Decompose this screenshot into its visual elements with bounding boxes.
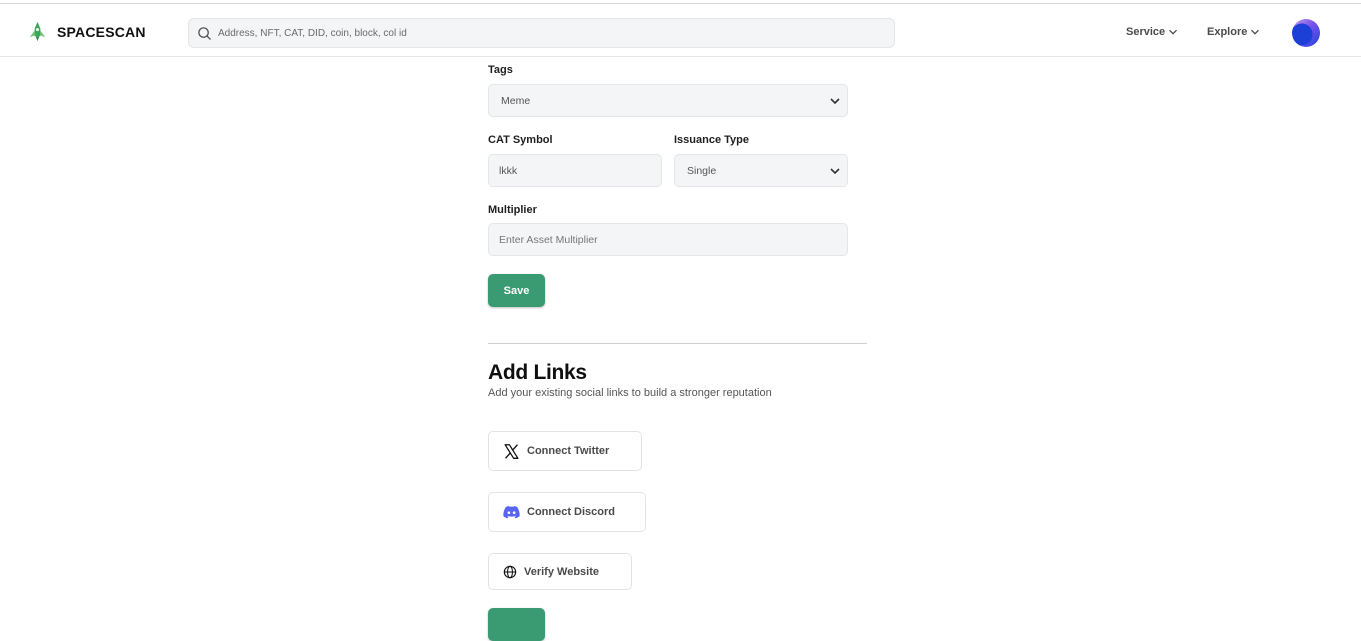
- connect-discord-label: Connect Discord: [527, 506, 616, 518]
- nav-service-menu[interactable]: Service: [1126, 26, 1178, 38]
- nav-explore-label: Explore: [1207, 26, 1248, 38]
- chevron-down-icon: [830, 167, 840, 174]
- verify-website-label: Verify Website: [524, 565, 599, 578]
- chevron-down-icon: [1251, 29, 1260, 35]
- tags-select-value: Meme: [501, 94, 531, 107]
- top-navbar: SPACESCAN Service Explore: [0, 4, 1361, 57]
- rocket-logo-icon: [29, 21, 46, 42]
- verify-website-button[interactable]: Verify Website: [488, 553, 632, 590]
- chevron-down-icon: [1169, 29, 1178, 35]
- cat-symbol-value: lkkk: [499, 164, 518, 177]
- links-save-button[interactable]: [488, 608, 545, 641]
- connect-twitter-button[interactable]: Connect Twitter: [488, 431, 642, 471]
- save-button[interactable]: Save: [488, 274, 545, 307]
- nav-explore-menu[interactable]: Explore: [1207, 26, 1260, 38]
- search-input[interactable]: [218, 27, 878, 39]
- cat-symbol-input[interactable]: lkkk: [488, 154, 662, 187]
- x-twitter-icon: [504, 443, 519, 459]
- multiplier-input[interactable]: Enter Asset Multiplier: [488, 223, 848, 256]
- connect-discord-button[interactable]: Connect Discord: [488, 492, 646, 532]
- section-divider: [488, 343, 867, 344]
- connect-twitter-label: Connect Twitter: [527, 445, 610, 457]
- add-links-title: Add Links: [488, 361, 587, 384]
- nav-service-label: Service: [1126, 26, 1166, 38]
- cat-symbol-label: CAT Symbol: [488, 134, 553, 146]
- issuance-type-select[interactable]: Single: [674, 154, 848, 187]
- multiplier-label: Multiplier: [488, 204, 537, 216]
- tags-label: Tags: [488, 64, 513, 76]
- user-avatar[interactable]: [1292, 19, 1320, 47]
- tags-select[interactable]: Meme: [488, 84, 848, 117]
- issuance-type-value: Single: [687, 164, 717, 177]
- multiplier-placeholder: Enter Asset Multiplier: [499, 233, 598, 246]
- discord-icon: [503, 505, 520, 519]
- search-icon: [198, 26, 211, 40]
- add-links-subtitle: Add your existing social links to build …: [488, 387, 772, 399]
- search-bar[interactable]: [188, 18, 895, 48]
- brand-name: SPACESCAN: [57, 23, 146, 40]
- issuance-type-label: Issuance Type: [674, 134, 749, 146]
- brand-logo[interactable]: SPACESCAN: [26, 20, 146, 43]
- globe-icon: [503, 565, 517, 578]
- save-button-label: Save: [503, 284, 530, 297]
- chevron-down-icon: [830, 97, 840, 104]
